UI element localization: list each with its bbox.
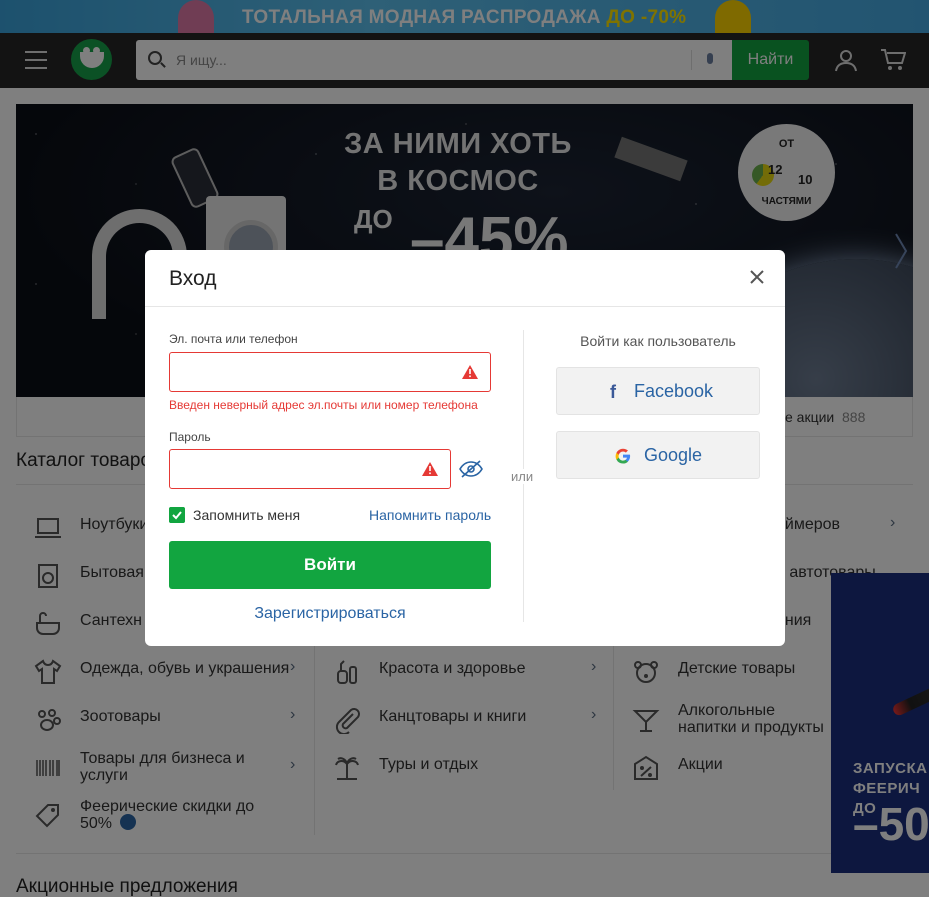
password-field[interactable] — [169, 449, 451, 489]
register-link[interactable]: Зарегистрироваться — [169, 605, 491, 623]
close-icon[interactable] — [748, 268, 766, 286]
facebook-login-button[interactable]: f Facebook — [556, 367, 760, 415]
google-icon — [615, 448, 631, 464]
warning-icon — [462, 365, 478, 379]
or-separator: или — [511, 469, 534, 484]
eye-off-icon[interactable] — [459, 460, 483, 478]
warning-icon — [422, 462, 438, 476]
email-input[interactable] — [178, 353, 434, 391]
facebook-icon: f — [610, 382, 616, 402]
login-button[interactable]: Войти — [169, 541, 491, 589]
email-error: Введен неверный адрес эл.почты или номер… — [169, 398, 478, 412]
forgot-password-link[interactable]: Напомнить пароль — [369, 507, 491, 523]
login-modal: Вход Эл. почта или телефон Введен неверн… — [145, 250, 785, 646]
login-as-label: Войти как пользователь — [580, 333, 736, 349]
checkbox-checked-icon[interactable] — [169, 507, 185, 523]
modal-title: Вход — [169, 267, 217, 290]
email-field[interactable] — [169, 352, 491, 392]
email-label: Эл. почта или телефон — [169, 332, 298, 346]
password-input[interactable] — [178, 450, 402, 488]
google-login-button[interactable]: Google — [556, 431, 760, 479]
password-label: Пароль — [169, 430, 211, 444]
